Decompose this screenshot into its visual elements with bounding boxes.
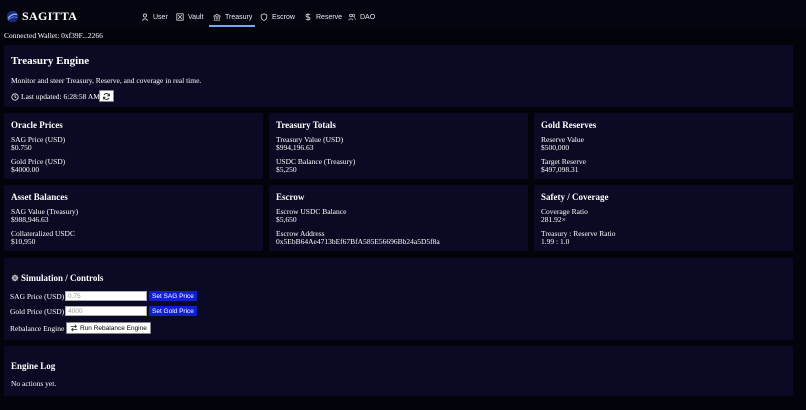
nav-item-label: Escrow bbox=[272, 13, 295, 21]
last-updated-text: Last updated: 6:28:58 AM bbox=[21, 92, 100, 101]
nav-item-label: Vault bbox=[188, 13, 204, 21]
safety-coverage-card: Safety / Coverage Coverage Ratio 281.92×… bbox=[534, 185, 793, 251]
run-rebalance-label: Run Rebalance Engine bbox=[80, 324, 147, 332]
last-updated: Last updated: 6:28:58 AM bbox=[11, 92, 100, 101]
gold-reserves-card: Gold Reserves Reserve Value $500,000 Tar… bbox=[534, 113, 793, 179]
coverage-ratio-value: 281.92× bbox=[541, 215, 566, 224]
users-icon bbox=[348, 13, 356, 21]
usdc-balance-value: $5,250 bbox=[276, 165, 297, 174]
page-title: Treasury Engine bbox=[11, 55, 90, 67]
set-gold-price-button[interactable]: Set Gold Price bbox=[149, 306, 197, 316]
escrow-balance-value: $5,650 bbox=[276, 215, 297, 224]
brand[interactable]: SAGITTA bbox=[6, 9, 77, 24]
sag-price-input[interactable] bbox=[65, 291, 147, 301]
asset-balances-card: Asset Balances SAG Value (Treasury) $988… bbox=[4, 185, 263, 251]
card-title: Gold Reserves bbox=[541, 120, 597, 130]
brand-name: SAGITTA bbox=[22, 9, 78, 23]
treasury-totals-card: Treasury Totals Treasury Value (USD) $99… bbox=[269, 113, 528, 179]
treasury-value: $994,196.63 bbox=[276, 143, 314, 152]
reserve-value: $500,000 bbox=[541, 143, 570, 152]
card-title: Treasury Totals bbox=[276, 120, 336, 130]
escrow-address-value: 0x5EbB64Ae4713bEf67BfA585E56696Bb24a5D5f… bbox=[276, 237, 440, 246]
dollar-icon bbox=[305, 13, 311, 21]
card-title: Safety / Coverage bbox=[541, 192, 609, 202]
refresh-icon bbox=[103, 92, 110, 100]
card-title: Escrow bbox=[276, 192, 305, 202]
top-nav: SAGITTA User Vault Treasury Escrow Reser… bbox=[0, 0, 806, 30]
swap-arrows-icon bbox=[70, 324, 78, 332]
sag-price-input-label: SAG Price (USD) bbox=[10, 292, 65, 301]
oracle-prices-card: Oracle Prices SAG Price (USD) $0.750 Gol… bbox=[4, 113, 263, 179]
shield-icon bbox=[260, 13, 268, 21]
simulation-panel: Simulation / Controls SAG Price (USD) Se… bbox=[4, 258, 793, 340]
set-sag-price-button[interactable]: Set SAG Price bbox=[149, 291, 197, 301]
bank-icon bbox=[213, 13, 221, 21]
nav-item-reserve[interactable]: Reserve bbox=[304, 10, 342, 24]
gold-price-value: $4000.00 bbox=[11, 165, 40, 174]
page-subtitle: Monitor and steer Treasury, Reserve, and… bbox=[11, 76, 202, 85]
nav-item-treasury[interactable]: Treasury bbox=[208, 10, 256, 27]
run-rebalance-button[interactable]: Run Rebalance Engine bbox=[66, 322, 151, 334]
simulation-title-text: Simulation / Controls bbox=[21, 273, 104, 283]
escrow-card: Escrow Escrow USDC Balance $5,650 Escrow… bbox=[269, 185, 528, 251]
nav-item-label: Reserve bbox=[316, 13, 343, 21]
sagitta-logo-icon bbox=[6, 10, 19, 23]
sag-value: $988,946.63 bbox=[11, 215, 49, 224]
header-panel: Treasury Engine Monitor and steer Treasu… bbox=[4, 45, 793, 107]
sag-price-value: $0.750 bbox=[11, 143, 32, 152]
vault-icon bbox=[176, 13, 184, 21]
card-title: Asset Balances bbox=[11, 192, 68, 202]
engine-log-message: No actions yet. bbox=[11, 379, 57, 388]
connected-wallet: Connected Wallet: 0xf39F...2266 bbox=[4, 31, 103, 40]
gold-price-input[interactable] bbox=[65, 306, 147, 316]
rebalance-engine-label: Rebalance Engine bbox=[10, 324, 65, 333]
card-title: Oracle Prices bbox=[11, 120, 63, 130]
engine-log-panel: Engine Log No actions yet. bbox=[4, 346, 793, 396]
nav-item-vault[interactable]: Vault bbox=[176, 10, 203, 24]
nav-item-user[interactable]: User bbox=[141, 10, 168, 24]
collateralized-usdc-value: $10,950 bbox=[11, 237, 36, 246]
user-icon bbox=[141, 13, 149, 21]
target-reserve-value: $497,098.31 bbox=[541, 165, 579, 174]
refresh-button[interactable] bbox=[99, 90, 114, 102]
nav-item-label: Treasury bbox=[225, 13, 253, 21]
clock-icon bbox=[11, 92, 19, 101]
nav-item-escrow[interactable]: Escrow bbox=[260, 10, 295, 24]
gear-icon bbox=[11, 274, 19, 282]
simulation-title: Simulation / Controls bbox=[11, 273, 103, 283]
nav-item-label: User bbox=[153, 13, 168, 21]
treasury-reserve-ratio-value: 1.99 : 1.0 bbox=[541, 237, 570, 246]
gold-price-input-label: Gold Price (USD) bbox=[10, 307, 65, 316]
nav-item-label: DAO bbox=[360, 13, 376, 21]
nav-item-dao[interactable]: DAO bbox=[348, 10, 375, 24]
engine-log-title: Engine Log bbox=[11, 361, 56, 371]
